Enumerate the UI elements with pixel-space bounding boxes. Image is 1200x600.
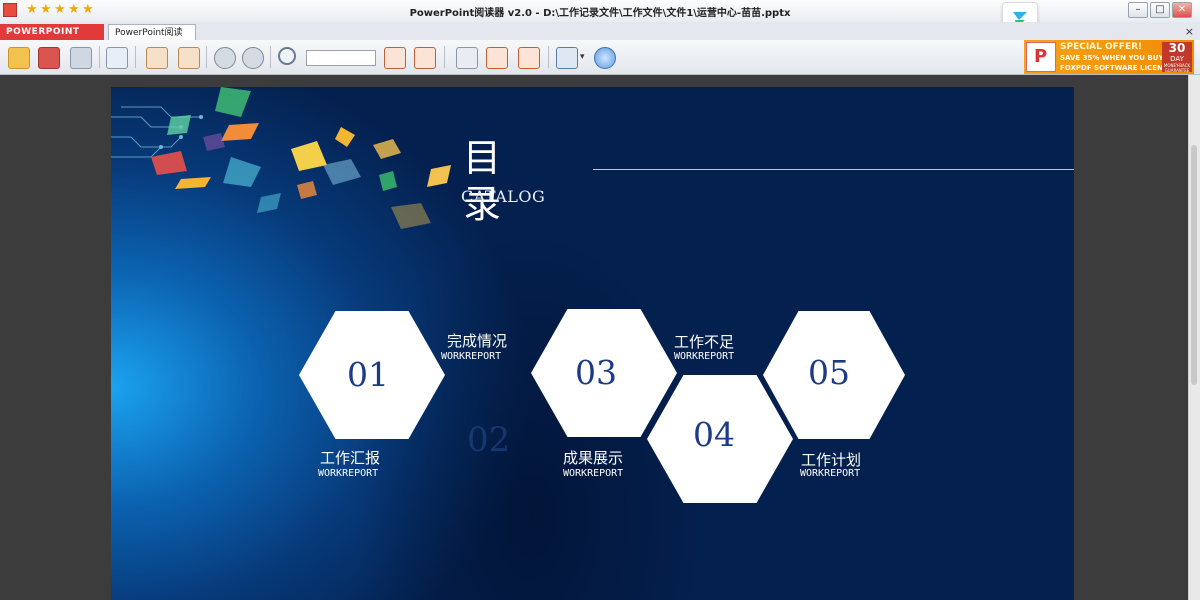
toolbar-separator [135, 46, 136, 68]
item-label-03: 成果展示 [563, 449, 624, 467]
days-caption: MONEY-BACK GUARANTEE [1163, 63, 1191, 73]
item-number-04: 04 [693, 415, 735, 454]
scrollbar-thumb[interactable] [1191, 145, 1197, 385]
fit-page-icon[interactable] [384, 47, 406, 69]
item-number-01: 01 [347, 355, 389, 394]
powerpoint-icon [1026, 42, 1056, 72]
item-number-05: 05 [808, 353, 850, 392]
toolbar-separator [548, 46, 549, 68]
item-label-01: 工作汇报 [320, 449, 381, 467]
convert-icon[interactable] [556, 47, 578, 69]
item-sublabel-02: WORKREPORT [441, 351, 502, 362]
item-label-04: 工作不足 [674, 333, 735, 351]
toolbar: ▾ [0, 40, 1200, 75]
item-number-03: 03 [575, 353, 617, 392]
item-sublabel-05: WORKREPORT [800, 468, 861, 479]
ad-headline: SPECIAL OFFER! [1060, 42, 1143, 52]
item-sublabel-04: WORKREPORT [674, 351, 735, 362]
title-bar: ★ ★ ★ ★ ★ PowerPoint阅读器 v2.0 - D:\工作记录文件… [0, 0, 1200, 38]
close-tab-icon[interactable]: × [1185, 25, 1194, 38]
toolbar-separator [206, 46, 207, 68]
first-slide-icon[interactable] [146, 47, 168, 69]
rotate-left-icon[interactable] [486, 47, 508, 69]
previous-page-icon[interactable] [214, 47, 236, 69]
slide-title: 目录 [463, 136, 502, 226]
ad-offer: SAVE 35% WHEN YOU BUY [1060, 54, 1164, 62]
title-divider-line [593, 169, 1074, 170]
slide-subtitle: CATALOG [461, 187, 546, 206]
item-sublabel-03: WORKREPORT [563, 468, 624, 479]
days-number: 30 [1168, 41, 1186, 55]
tab-bar: POWERPOINT PowerPoint阅读器 × [0, 22, 1200, 54]
rotate-right-icon[interactable] [518, 47, 540, 69]
ad-banner[interactable]: SPECIAL OFFER! SAVE 35% WHEN YOU BUY FOX… [1024, 40, 1194, 74]
circuit-decoration-graphic [111, 87, 451, 229]
close-button[interactable]: ✕ [1172, 2, 1192, 18]
slideshow-icon[interactable] [70, 47, 92, 69]
open-file-icon[interactable] [8, 47, 30, 69]
vertical-scrollbar[interactable] [1188, 75, 1200, 600]
print-icon[interactable] [38, 47, 60, 69]
minimize-button[interactable]: – [1128, 2, 1148, 18]
thumbnail-view-icon[interactable] [106, 47, 128, 69]
tab-app-logo[interactable]: POWERPOINT [0, 24, 104, 40]
toolbar-separator [99, 46, 100, 68]
item-label-02: 完成情况 [447, 332, 508, 350]
zoom-search-icon[interactable] [278, 47, 296, 65]
next-page-icon[interactable] [242, 47, 264, 69]
single-page-icon[interactable] [456, 47, 478, 69]
tab-reader[interactable]: PowerPoint阅读器 [108, 24, 196, 54]
item-number-02: 02 [467, 420, 511, 460]
fit-width-icon[interactable] [414, 47, 436, 69]
zoom-input[interactable] [306, 50, 376, 66]
money-back-badge: 30 DAY MONEY-BACK GUARANTEE [1162, 41, 1192, 73]
item-label-05: 工作计划 [801, 451, 862, 469]
dropdown-arrow-icon[interactable]: ▾ [580, 52, 585, 62]
maximize-button[interactable]: □ [1150, 2, 1170, 18]
toolbar-separator [444, 46, 445, 68]
last-slide-icon[interactable] [178, 47, 200, 69]
help-icon[interactable] [594, 47, 616, 69]
days-unit: DAY [1170, 55, 1184, 63]
toolbar-separator [270, 46, 271, 68]
slide-canvas: 目录 CATALOG 01 工作汇报 WORKREPORT 02 完成情况 WO… [111, 87, 1074, 600]
item-sublabel-01: WORKREPORT [318, 468, 379, 479]
